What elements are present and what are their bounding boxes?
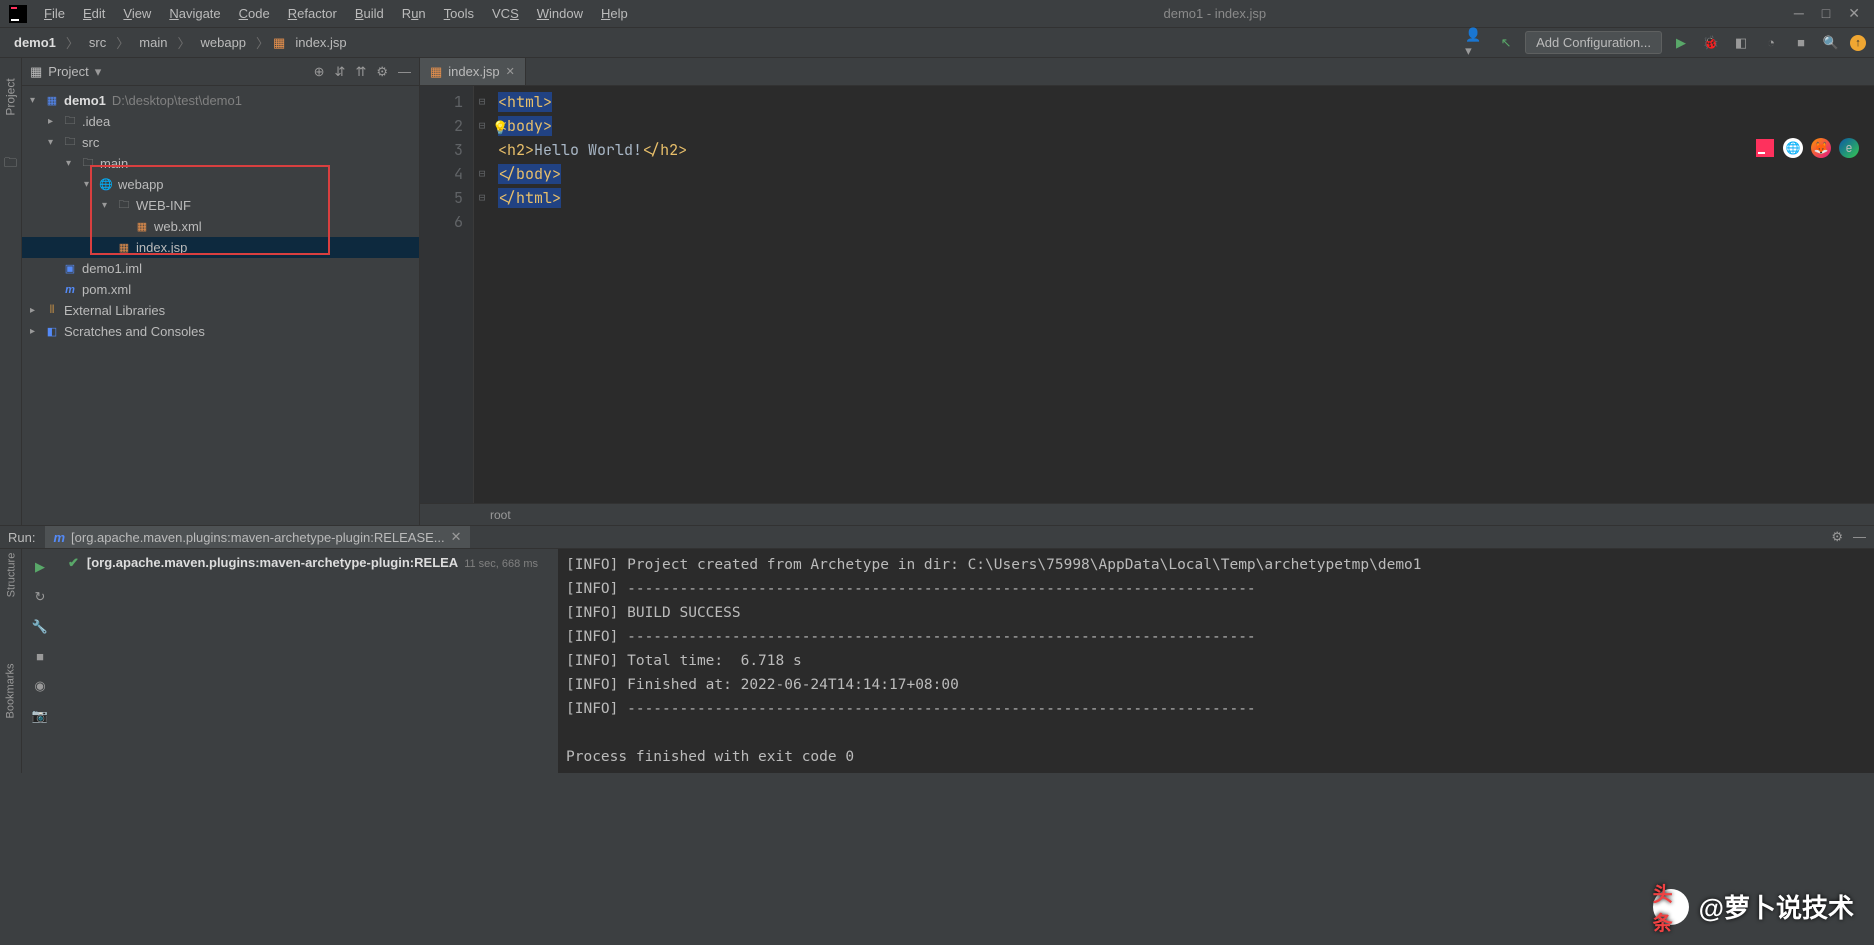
dump-icon[interactable]: ◉ [34,678,45,694]
folder-icon[interactable]: 🗀 [4,154,17,176]
run-status-panel: ✔ [org.apache.maven.plugins:maven-archet… [58,549,558,773]
tree-src[interactable]: ▾🗀src [22,132,419,153]
edge-icon[interactable]: e [1839,138,1859,158]
hide-icon[interactable]: — [398,64,411,80]
menu-edit[interactable]: Edit [75,2,113,25]
menu-code[interactable]: Code [231,2,278,25]
run-tab[interactable]: m [org.apache.maven.plugins:maven-archet… [45,526,469,548]
user-icon[interactable]: 👤▾ [1465,32,1487,54]
tree-webxml[interactable]: ▦web.xml [22,216,419,237]
watermark: 头条 @萝卜说技术 [1653,888,1854,925]
chrome-icon[interactable]: 🌐 [1783,138,1803,158]
coverage-icon[interactable]: ◧ [1730,32,1752,54]
fold-gutter: ⊟⊟⊟⊟ [474,86,490,503]
run-icon[interactable]: ▶ [1670,32,1692,54]
intention-bulb-icon[interactable]: 💡 [492,116,508,140]
run-tool-window: Run: m [org.apache.maven.plugins:maven-a… [0,525,1874,765]
wrench-icon[interactable]: 🔧 [32,619,48,635]
minimize-button[interactable]: ─ [1794,5,1804,22]
crumb-indexjsp[interactable]: index.jsp [289,33,352,52]
editor-area: ▦ index.jsp ✕ 123 456 ⊟⊟⊟⊟ 💡 <html> <bod… [420,58,1874,525]
rerun-icon[interactable]: ▶ [35,559,45,575]
app-logo-icon [8,4,28,24]
stop-run-icon[interactable]: ■ [36,649,44,664]
settings-icon[interactable]: ⚙ [376,64,388,80]
collapse-all-icon[interactable]: ⇈ [355,64,366,80]
select-opened-icon[interactable]: ⊕ [314,64,325,80]
editor-breadcrumb[interactable]: root [420,503,1874,525]
jsp-file-icon: ▦ [430,64,442,80]
tree-iml[interactable]: ▣demo1.iml [22,258,419,279]
camera-icon[interactable]: 📷 [32,708,48,724]
tree-indexjsp[interactable]: ▦index.jsp [22,237,419,258]
watermark-logo-icon: 头条 [1653,889,1689,925]
project-tree: ▾▦demo1D:\desktop\test\demo1 ▸🗀.idea ▾🗀s… [22,86,419,346]
crumb-src[interactable]: src [83,33,112,52]
tree-pom[interactable]: mpom.xml [22,279,419,300]
main-menu: FFileile Edit View Navigate Code Refacto… [36,2,636,25]
tree-scratches[interactable]: ▸◧Scratches and Consoles [22,321,419,342]
run-toolbar: ▶ ↻ 🔧 ■ ◉ 📷 [22,549,58,773]
crumb-main[interactable]: main [133,33,173,52]
maven-icon: m [53,530,65,545]
menu-window[interactable]: Window [529,2,591,25]
rail-structure-label[interactable]: Structure [5,553,17,598]
debug-icon[interactable]: 🐞 [1700,32,1722,54]
project-panel-title[interactable]: ▦ Project ▾ [30,64,101,80]
rail-bookmarks-label[interactable]: Bookmarks [5,663,17,718]
expand-all-icon[interactable]: ⇵ [335,64,346,80]
window-title: demo1 - index.jsp [636,6,1794,21]
project-tool-window: ▦ Project ▾ ⊕ ⇵ ⇈ ⚙ — ▾▦demo1D:\desktop\… [22,58,420,525]
updates-icon[interactable]: ↑ [1850,35,1866,51]
maximize-button[interactable]: □ [1822,5,1830,22]
window-controls: ─ □ ✕ [1794,5,1874,22]
line-gutter: 123 456 [420,86,474,503]
success-check-icon: ✔ [68,555,79,571]
menu-run[interactable]: Run [394,2,434,25]
hammer-icon[interactable]: ↖ [1495,32,1517,54]
close-run-tab-icon[interactable]: ✕ [451,529,462,545]
rail-project-label[interactable]: Project [4,78,18,115]
menu-refactor[interactable]: Refactor [280,2,345,25]
intellij-icon[interactable] [1755,138,1775,158]
code-editor[interactable]: 123 456 ⊟⊟⊟⊟ 💡 <html> <body> <h2>Hello W… [420,86,1874,503]
profile-icon[interactable]: ◔ [1760,32,1782,54]
project-icon: ▦ [30,64,42,80]
menu-vcs[interactable]: VCS [484,2,527,25]
editor-floating-icons: 🌐 🦊 e [1755,138,1859,158]
run-settings-icon[interactable]: ⚙ [1831,529,1843,545]
firefox-icon[interactable]: 🦊 [1811,138,1831,158]
tree-idea[interactable]: ▸🗀.idea [22,111,419,132]
editor-tab-indexjsp[interactable]: ▦ index.jsp ✕ [420,58,526,85]
search-icon[interactable]: 🔍 [1820,32,1842,54]
tree-root[interactable]: ▾▦demo1D:\desktop\test\demo1 [22,90,419,111]
breadcrumb: demo1〉 src〉 main〉 webapp〉 ▦ index.jsp [8,33,353,52]
menu-file[interactable]: FFileile [36,2,73,25]
menu-navigate[interactable]: Navigate [161,2,228,25]
menu-tools[interactable]: Tools [436,2,482,25]
tree-main[interactable]: ▾🗀main [22,153,419,174]
tree-external-libs[interactable]: ▸⫴External Libraries [22,300,419,321]
rerun-arrow-icon[interactable]: ↻ [35,589,46,605]
title-bar: FFileile Edit View Navigate Code Refacto… [0,0,1874,28]
crumb-demo1[interactable]: demo1 [8,33,62,52]
run-hide-icon[interactable]: — [1853,529,1866,545]
chevron-down-icon[interactable]: ▾ [95,64,102,80]
left-bottom-rail: Structure Bookmarks [0,525,22,697]
navigation-bar: demo1〉 src〉 main〉 webapp〉 ▦ index.jsp 👤▾… [0,28,1874,58]
tree-webinf[interactable]: ▾🗀WEB-INF [22,195,419,216]
menu-help[interactable]: Help [593,2,636,25]
crumb-webapp[interactable]: webapp [194,33,252,52]
close-button[interactable]: ✕ [1848,5,1860,22]
left-rail: Project 🗀 [0,58,22,525]
add-configuration-button[interactable]: Add Configuration... [1525,31,1662,54]
close-tab-icon[interactable]: ✕ [506,65,515,78]
tree-webapp[interactable]: ▾🌐webapp [22,174,419,195]
menu-view[interactable]: View [115,2,159,25]
stop-icon[interactable]: ■ [1790,32,1812,54]
console-output[interactable]: [INFO] Project created from Archetype in… [558,549,1874,773]
menu-build[interactable]: Build [347,2,392,25]
